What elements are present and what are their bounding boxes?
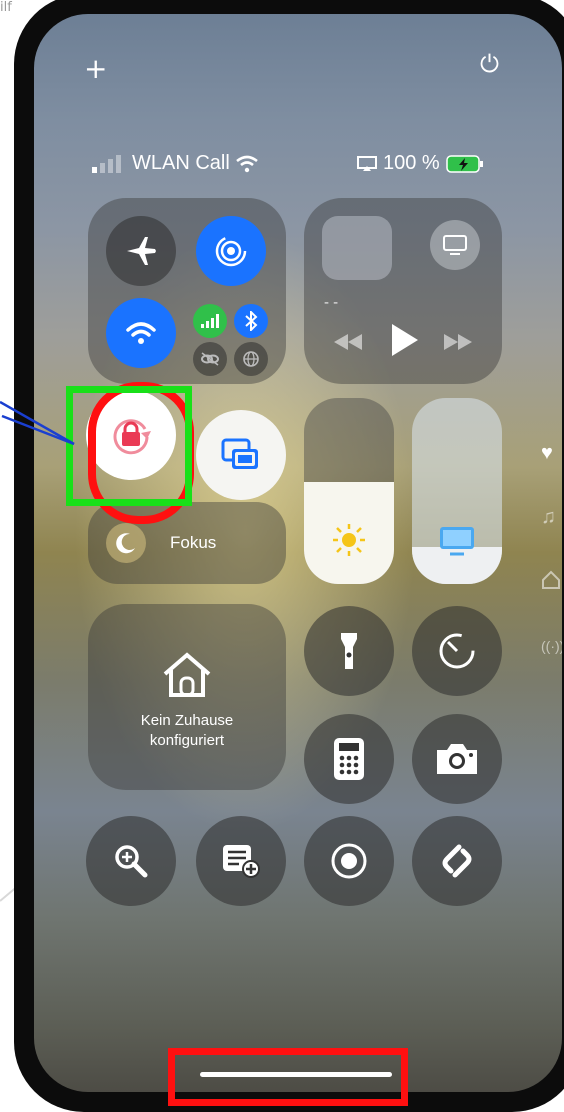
home-line1: Kein Zuhause — [140, 712, 234, 729]
home-icon[interactable] — [541, 570, 561, 596]
now-playing-label: - - — [324, 294, 339, 311]
calculator-icon[interactable] — [304, 714, 394, 804]
sun-icon — [332, 523, 366, 562]
power-icon[interactable]: ⏻ — [480, 50, 499, 78]
status-right: 100 % — [357, 152, 486, 175]
cellular-icon[interactable] — [193, 304, 227, 338]
screen-record-icon[interactable] — [304, 816, 394, 906]
status-left: WLAN Call — [92, 152, 258, 175]
globe-icon[interactable] — [234, 342, 268, 376]
connectivity-tile — [88, 198, 286, 384]
bluetooth-icon[interactable] — [234, 304, 268, 338]
carrier-label: WLAN Call — [132, 152, 230, 174]
heart-icon[interactable]: ♥ — [541, 442, 553, 465]
home-indicator-highlight — [168, 1048, 408, 1106]
brightness-slider[interactable] — [304, 398, 394, 584]
signal-icon — [92, 154, 121, 173]
house-icon — [162, 652, 212, 703]
antenna-icon[interactable]: ((·)) — [541, 638, 562, 654]
rotation-lock-green-highlight — [66, 386, 192, 506]
music-icon[interactable]: ♫ — [541, 506, 556, 529]
rewind-icon[interactable] — [332, 332, 364, 357]
battery-icon — [445, 154, 483, 173]
fast-forward-icon[interactable] — [442, 332, 474, 357]
volume-slider[interactable] — [412, 398, 502, 584]
moon-icon — [106, 523, 146, 563]
wifi-status-icon — [235, 155, 258, 172]
quick-note-icon[interactable] — [196, 816, 286, 906]
link-icon[interactable] — [193, 342, 227, 376]
magnifier-icon[interactable] — [86, 816, 176, 906]
add-icon[interactable]: + — [84, 52, 107, 85]
media-tile: - - — [304, 198, 502, 384]
flashlight-icon[interactable] — [304, 606, 394, 696]
shazam-icon[interactable] — [412, 816, 502, 906]
screen-mirroring-icon[interactable] — [196, 410, 286, 500]
screen-mirror-icon[interactable] — [430, 220, 480, 270]
wifi-icon[interactable] — [106, 298, 176, 368]
airdrop-icon[interactable] — [196, 216, 266, 286]
home-line2: konfiguriert — [149, 732, 225, 749]
annotation-arrow — [0, 400, 75, 446]
home-tile[interactable]: Kein Zuhause konfiguriert — [88, 604, 286, 790]
screen-mirror-status-icon — [357, 155, 377, 171]
focus-label: Fokus — [170, 533, 217, 552]
airplane-icon[interactable] — [106, 216, 176, 286]
corner-text: ilf — [0, 0, 12, 15]
timer-icon[interactable] — [412, 606, 502, 696]
control-center: + ⏻ WLAN Call 100 % - - Fokus ♥ ♫ ((·)) … — [34, 14, 562, 1092]
play-icon[interactable] — [390, 322, 420, 363]
album-art — [322, 216, 392, 280]
display-icon — [438, 525, 476, 562]
phone-frame: + ⏻ WLAN Call 100 % - - Fokus ♥ ♫ ((·)) … — [14, 0, 564, 1112]
camera-icon[interactable] — [412, 714, 502, 804]
battery-label: 100 % — [383, 152, 440, 174]
